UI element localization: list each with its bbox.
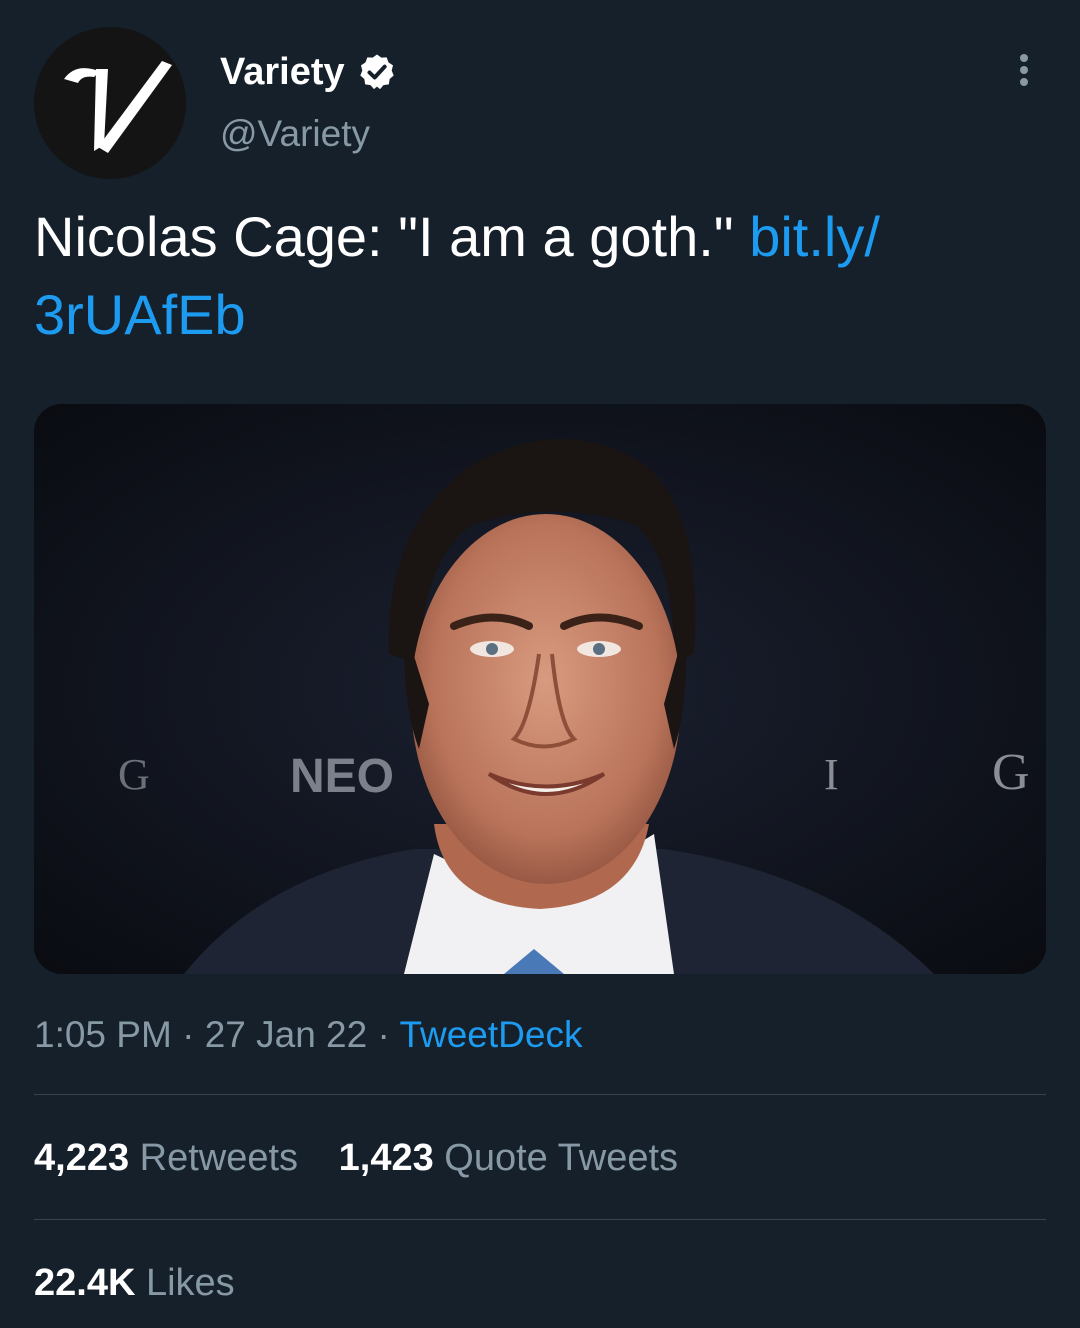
verified-badge-icon	[357, 52, 397, 92]
meta-separator: ·	[367, 1014, 400, 1055]
tweet-time[interactable]: 1:05 PM	[34, 1014, 172, 1055]
tweet-source[interactable]: TweetDeck	[399, 1014, 582, 1055]
author-avatar[interactable]	[34, 27, 186, 179]
retweets-stat[interactable]: 4,223 Retweets	[34, 1137, 298, 1179]
tweet-metadata: 1:05 PM · 27 Jan 22 · TweetDeck	[34, 1012, 582, 1058]
meta-separator: ·	[171, 1014, 205, 1055]
quote-tweets-label: Quote Tweets	[444, 1137, 679, 1179]
variety-logo	[34, 27, 186, 179]
likes-stat[interactable]: 22.4K Likes	[34, 1262, 235, 1304]
quote-tweets-stat[interactable]: 1,423 Quote Tweets	[339, 1137, 678, 1179]
quote-tweets-count: 1,423	[338, 1137, 434, 1179]
backdrop-letter: NEO	[290, 750, 394, 803]
divider	[34, 1219, 1046, 1220]
likes-label: Likes	[145, 1262, 235, 1304]
retweets-count: 4,223	[34, 1137, 130, 1179]
likes-stats: 22.4K Likes	[34, 1259, 265, 1307]
more-options-icon[interactable]	[1004, 50, 1044, 90]
engagement-stats: 4,223 Retweets 1,423 Quote Tweets	[34, 1134, 708, 1182]
tweet-link-part1: bit.ly/	[749, 205, 880, 268]
retweets-label: Retweets	[139, 1137, 299, 1179]
tweet-photo[interactable]: G NEO I G	[34, 404, 1046, 974]
likes-count: 22.4K	[34, 1262, 136, 1304]
tweet-body: Nicolas Cage: "I am a goth."	[34, 205, 750, 268]
divider	[34, 1094, 1046, 1095]
tweet-text: Nicolas Cage: "I am a goth." bit.ly/3rUA…	[34, 198, 1044, 354]
author-display-name[interactable]: Variety	[220, 48, 397, 96]
tweet-detail: Variety @Variety Nicolas Cage: "I am a g…	[0, 0, 1080, 1328]
tweet-link-part2: 3rUAfEb	[34, 283, 246, 346]
backdrop-letter: G	[118, 750, 150, 799]
display-name-text: Variety	[220, 51, 345, 93]
author-handle[interactable]: @Variety	[220, 110, 370, 158]
backdrop-letter: G	[992, 744, 1030, 801]
backdrop-letter: I	[824, 750, 839, 799]
photo-illustration: G NEO I G	[34, 404, 1046, 974]
tweet-date[interactable]: 27 Jan 22	[205, 1014, 368, 1055]
